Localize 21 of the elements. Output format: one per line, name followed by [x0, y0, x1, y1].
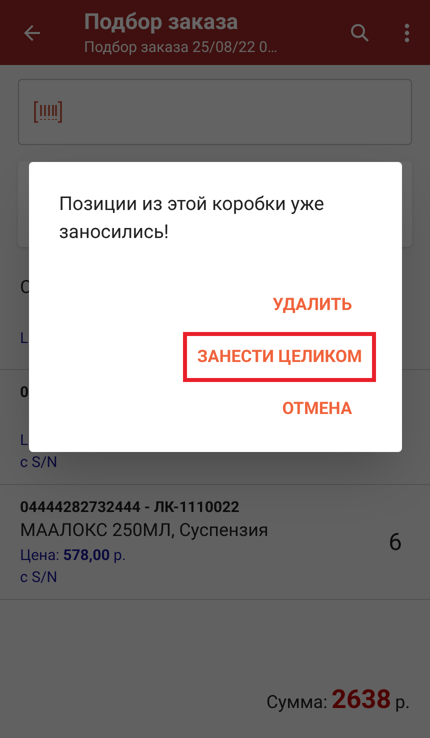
- product-price: L: [20, 430, 30, 451]
- product-name: МААЛОКС 250МЛ, Суспензия: [20, 519, 270, 543]
- serial-label: с S/N: [20, 452, 58, 473]
- total-label: Сумма:: [266, 691, 328, 715]
- total-value: 2638: [331, 684, 392, 717]
- screen-subtitle: Подбор заказа 25/08/22 0…: [84, 36, 278, 56]
- more-icon[interactable]: [404, 22, 410, 42]
- total-currency: р.: [395, 691, 410, 715]
- barcode-icon: [33, 100, 63, 124]
- scan-field[interactable]: [18, 79, 412, 145]
- serial-label: с S/N: [20, 567, 58, 588]
- dialog-button[interactable]: УДАЛИТЬ: [262, 286, 362, 324]
- product-code: 0: [20, 382, 30, 403]
- screen-title: Подбор заказа: [84, 8, 240, 36]
- dialog-button[interactable]: ОТМЕНА: [272, 390, 362, 428]
- product-price: Цена: 578,00 р.: [20, 545, 127, 566]
- product-price: L: [20, 328, 30, 349]
- dialog-message: Позиции из этой коробки уже заносились!: [59, 191, 326, 245]
- quantity: 6: [388, 527, 403, 558]
- product-code: 04444282732444 - ЛК-1110022: [20, 497, 240, 518]
- dialog-button[interactable]: ЗАНЕСТИ ЦЕЛИКОМ: [183, 332, 376, 382]
